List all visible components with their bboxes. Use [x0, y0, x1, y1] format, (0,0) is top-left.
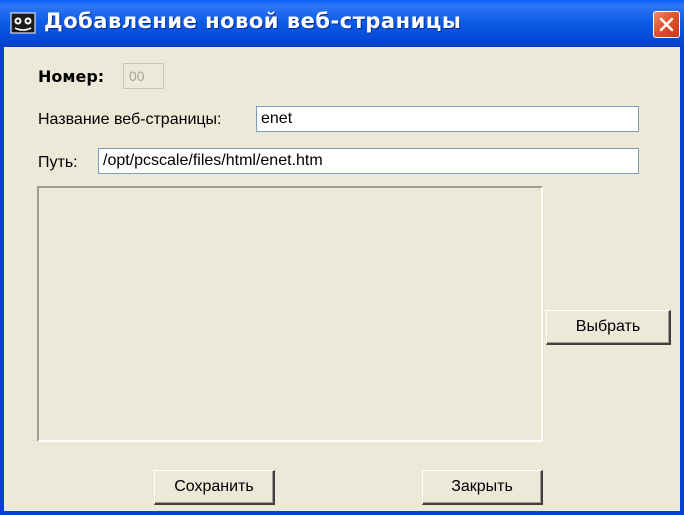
app-icon [10, 12, 36, 34]
number-field: 00 [123, 63, 164, 89]
close-icon [659, 17, 674, 32]
page-name-label: Название веб-страницы: [38, 111, 222, 128]
title-bar[interactable]: Добавление новой веб-страницы [0, 0, 684, 47]
choose-button[interactable]: Выбрать [546, 310, 671, 345]
window-title: Добавление новой веб-страницы [44, 9, 462, 33]
close-window-button[interactable] [653, 11, 680, 38]
dialog-window: Добавление новой веб-страницы Номер: 00 … [0, 0, 684, 515]
path-input[interactable]: /opt/pcscale/files/html/enet.htm [98, 148, 639, 174]
close-button[interactable]: Закрыть [422, 470, 543, 505]
save-button[interactable]: Сохранить [154, 470, 275, 505]
number-label: Номер: [38, 67, 105, 86]
page-name-input[interactable]: enet [256, 106, 639, 132]
preview-area [37, 186, 543, 442]
path-label: Путь: [38, 154, 78, 171]
